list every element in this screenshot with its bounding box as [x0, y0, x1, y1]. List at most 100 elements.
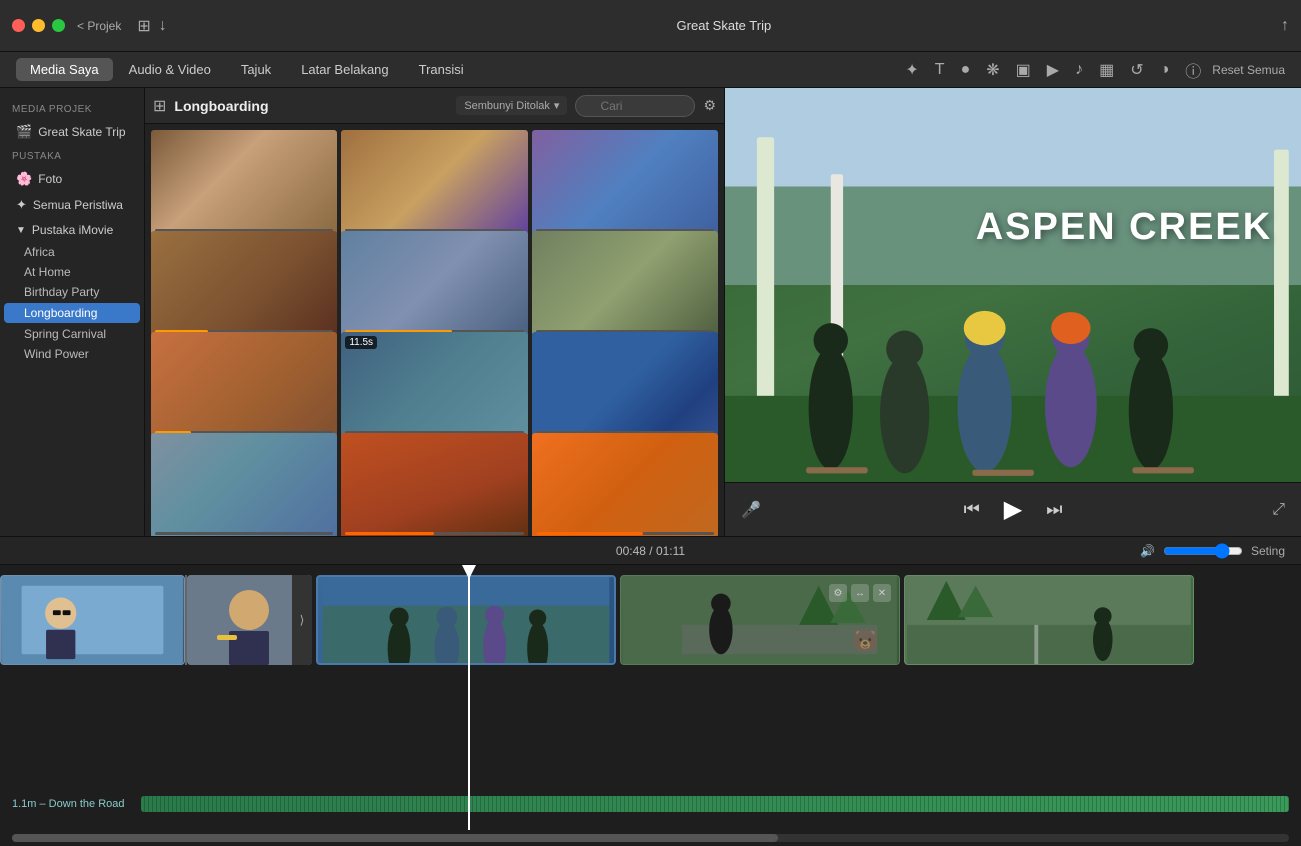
color-icon[interactable]: ●	[956, 59, 976, 81]
toolbar-tabs: Media Saya Audio & Video Tajuk Latar Bel…	[16, 58, 478, 81]
timeline-header-wrap: 00:48 / 01:11	[0, 544, 1301, 558]
video-grid: 11.5s	[145, 124, 724, 536]
sidebar-item-wind-power[interactable]: Wind Power	[0, 344, 144, 364]
sidebar: MEDIA PROJEK 🎬 Great Skate Trip PUSTAKA …	[0, 88, 145, 536]
clip-info-icon[interactable]: ↔	[851, 584, 869, 602]
toolbar-tools: ✦ T ● ❋ ▣ ▶ ♪ ▦ ↺ ◑ ⓘ Reset Semua	[900, 56, 1285, 84]
content-panel: ⊞ Longboarding Sembunyi Ditolak ▾ ⌕ ⚙	[145, 88, 725, 536]
video-thumb-6[interactable]	[532, 231, 718, 336]
text-icon[interactable]: T	[930, 59, 950, 81]
preview-video: ASPEN CREEK	[725, 88, 1301, 482]
search-input[interactable]	[575, 95, 695, 117]
tab-transisi[interactable]: Transisi	[405, 58, 478, 81]
tab-tajuk[interactable]: Tajuk	[227, 58, 285, 81]
timeline-body: ⟩ 2.2s – ASPEN CREE...	[0, 565, 1301, 830]
sidebar-item-longboarding[interactable]: Longboarding	[4, 303, 140, 323]
timeline-header-right: 🔊 Seting	[1140, 543, 1285, 559]
volume-icon: 🔊	[1140, 544, 1155, 558]
minimize-button[interactable]	[32, 19, 45, 32]
video-thumb-2[interactable]	[341, 130, 527, 235]
audio-icon[interactable]: ♪	[1070, 59, 1088, 81]
clip-3-thumbnail	[318, 577, 614, 663]
chart-icon[interactable]: ▦	[1094, 58, 1119, 82]
sidebar-item-foto[interactable]: 🌸 Foto	[4, 167, 140, 191]
pustaka-label: PUSTAKA	[0, 145, 144, 166]
clip-3-aspen-creek[interactable]: 2.2s – ASPEN CREE...	[316, 575, 616, 665]
traffic-lights	[12, 19, 65, 32]
clip-edit-icon[interactable]: ⚙	[829, 584, 847, 602]
video-thumb-10[interactable]	[151, 433, 337, 536]
fullscreen-button[interactable]	[52, 19, 65, 32]
clip-1[interactable]	[0, 575, 185, 665]
star-icon: ✦	[16, 197, 27, 213]
sidebar-item-birthday-party[interactable]: Birthday Party	[0, 282, 144, 302]
video-thumb-1[interactable]	[151, 130, 337, 235]
volume-slider[interactable]	[1163, 543, 1243, 559]
video-thumb-11[interactable]	[341, 433, 527, 536]
audio-bar[interactable]	[141, 796, 1289, 812]
play-button[interactable]: ▶	[1004, 495, 1022, 524]
browser-settings-button[interactable]: ⚙	[703, 97, 716, 114]
timeline-time-display: 00:48 / 01:11	[616, 544, 685, 558]
chevron-down-icon: ▼	[16, 225, 26, 236]
video-thumb-3[interactable]	[532, 130, 718, 235]
sidebar-item-great-skate-trip[interactable]: 🎬 Great Skate Trip	[4, 120, 140, 144]
video-thumb-9[interactable]	[532, 332, 718, 437]
video-thumb-12[interactable]	[532, 433, 718, 536]
clip-5-thumbnail	[905, 576, 1193, 664]
tab-audio-video[interactable]: Audio & Video	[115, 58, 225, 81]
clip-4[interactable]: ⚙ ↔ ✕ 🐻	[620, 575, 900, 665]
chevron-down-icon: ▾	[554, 99, 560, 112]
video-thumb-7[interactable]	[151, 332, 337, 437]
main-track: ⟩ 2.2s – ASPEN CREE...	[0, 575, 1301, 665]
download-button[interactable]: ↓	[159, 17, 167, 35]
timeline-scrollbar[interactable]	[12, 834, 1289, 842]
browser-grid-button[interactable]: ⊞	[153, 96, 166, 116]
view-toggle-button[interactable]: ⊞	[137, 16, 150, 36]
browser-title: Longboarding	[174, 98, 448, 114]
clip-delete-icon[interactable]: ✕	[873, 584, 891, 602]
sidebar-item-spring-carnival[interactable]: Spring Carnival	[0, 324, 144, 344]
sidebar-item-at-home[interactable]: At Home	[0, 262, 144, 282]
timeline-section: 00:48 / 01:11 🔊 Seting	[0, 536, 1301, 846]
info-icon[interactable]: ⓘ	[1180, 56, 1206, 84]
clip-2[interactable]: ⟩	[187, 575, 312, 665]
crop-icon[interactable]: ▣	[1011, 58, 1036, 82]
clip-overlay-icons: ⚙ ↔ ✕	[829, 584, 891, 602]
upload-button[interactable]: ↑	[1281, 17, 1289, 35]
video-thumb-8[interactable]: 11.5s	[341, 332, 527, 437]
preview-panel: ASPEN CREEK 🎤 ⏮ ▶ ⏭ ⤢	[725, 88, 1301, 536]
reset-button[interactable]: Reset Semua	[1212, 63, 1285, 77]
magic-wand-icon[interactable]: ✦	[900, 58, 923, 82]
video-thumb-5[interactable]	[341, 231, 527, 336]
tab-latar-belakang[interactable]: Latar Belakang	[287, 58, 402, 81]
sidebar-item-imovie-library[interactable]: ▼ Pustaka iMovie	[4, 219, 140, 241]
library-sub-items: Africa At Home Birthday Party Longboardi…	[0, 242, 144, 364]
clip-join-marker: ⟩	[292, 575, 312, 665]
browser-filter-button[interactable]: Sembunyi Ditolak ▾	[456, 96, 567, 115]
fullscreen-expand-button[interactable]: ⤢	[1272, 501, 1285, 519]
media-projek-label: MEDIA PROJEK	[0, 98, 144, 119]
back-button[interactable]: < Projek	[77, 19, 121, 33]
skip-back-button[interactable]: ⏮	[964, 499, 980, 520]
main-content: MEDIA PROJEK 🎬 Great Skate Trip PUSTAKA …	[0, 88, 1301, 536]
titlebar-left-tools: ⊞ ↓	[137, 16, 166, 36]
seting-button[interactable]: Seting	[1251, 544, 1285, 558]
video-thumb-4[interactable]	[151, 231, 337, 336]
video-camera-icon[interactable]: ▶	[1042, 58, 1064, 82]
close-button[interactable]	[12, 19, 25, 32]
titlebar-upload: ↑	[1281, 17, 1289, 35]
playhead[interactable]	[468, 565, 470, 830]
tab-media-saya[interactable]: Media Saya	[16, 58, 113, 81]
noise-icon[interactable]: ◑	[1155, 59, 1175, 81]
skip-forward-button[interactable]: ⏭	[1046, 499, 1062, 520]
sidebar-item-africa[interactable]: Africa	[0, 242, 144, 262]
microphone-button[interactable]: 🎤	[741, 500, 761, 520]
preview-controls: 🎤 ⏮ ▶ ⏭ ⤢	[725, 482, 1301, 536]
thumb-duration-8: 11.5s	[345, 336, 377, 349]
film-icon: 🎬	[16, 124, 32, 140]
rotate-icon[interactable]: ↺	[1125, 58, 1148, 82]
filter-icon[interactable]: ❋	[981, 58, 1004, 82]
sidebar-item-semua-peristiwa[interactable]: ✦ Semua Peristiwa	[4, 193, 140, 217]
clip-5[interactable]	[904, 575, 1194, 665]
